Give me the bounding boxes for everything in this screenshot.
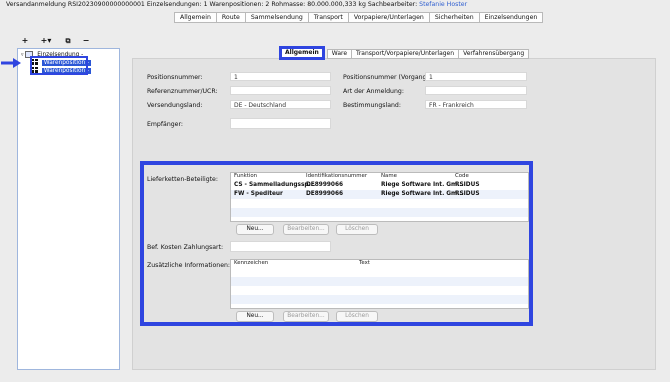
header-summary: Versandanmeldung RSI20230900000000001 Ei… [6,1,418,8]
positionsnummer-vorgang-field[interactable]: 1 [425,72,527,81]
collapse-icon[interactable]: ▿ [21,52,24,58]
table-cell: FW - Spediteur [234,191,283,197]
empfaenger-field[interactable] [230,118,331,129]
column-header: Identifikationsnummer [306,173,368,179]
lieferketten-edit-button[interactable]: Bearbeiten... [283,224,329,235]
tab-allgemein[interactable]: Allgemein [279,46,325,60]
kosten-zahlungsart-label: Bef. Kosten Zahlungsart: [147,244,224,251]
zusatz-edit-button[interactable]: Bearbeiten... [283,311,329,322]
referenznummer-field[interactable] [230,86,331,95]
table-cell: DE8999066 [306,182,344,188]
table-cell: CS - Sammelladungssp... [234,182,316,188]
add-button[interactable]: + [20,37,30,45]
art-der-anmeldung-label: Art der Anmeldung: [343,88,404,95]
zusatz-info-table: Kennzeichen Text [230,259,529,309]
top-tab-einzelsendungen[interactable]: Einzelsendungen [478,12,544,23]
zusatz-new-button[interactable]: Neu... [236,311,274,322]
empfaenger-label: Empfänger: [147,121,184,128]
table-cell: RSIDUS [455,182,480,188]
remove-button[interactable]: − [81,37,91,45]
column-header: Kennzeichen [234,260,269,266]
column-header: Code [455,173,469,179]
document-header: Versandanmeldung RSI20230900000000001 Ei… [6,1,467,8]
tab-verfahrensuebergang[interactable]: Verfahrensübergang [458,49,530,59]
positionsnummer-field[interactable]: 1 [230,72,331,81]
zusatz-info-label: Zusätzliche Informationen: [147,262,231,269]
versendungsland-field[interactable]: DE - Deutschland [230,100,331,109]
referenznummer-label: Referenznummer/UCR: [147,88,218,95]
table-row[interactable]: FW - Spediteur DE8999066 Riege Software … [231,190,528,199]
table-cell: RSIDUS [455,191,480,197]
kosten-zahlungsart-field[interactable] [230,241,331,252]
column-header: Text [359,260,370,266]
art-der-anmeldung-field[interactable] [425,86,527,95]
column-header: Name [381,173,397,179]
top-tab-sammelsendung[interactable]: Sammelsendung [244,12,309,23]
tree-panel: ▿ Einzelsendung - Warenposition - Warenp… [17,48,120,370]
tab-ware[interactable]: Ware [326,49,353,59]
add-menu-button[interactable]: +▾ [37,37,55,45]
top-tab-transport[interactable]: Transport [307,12,349,23]
top-tab-route[interactable]: Route [215,12,246,23]
lieferketten-delete-button[interactable]: Löschen [336,224,378,235]
bestimmungsland-field[interactable]: FR - Frankreich [425,100,527,109]
clerk-link[interactable]: Stefanie Hoster [419,1,467,8]
column-header: Funktion [234,173,258,179]
copy-icon[interactable]: ⧉ [63,37,73,45]
arrow-right-icon [1,58,21,68]
tab-transport-vorpapiere[interactable]: Transport/Vorpapiere/Unterlagen [351,49,460,59]
table-cell: Riege Software Int. Gm... [381,182,464,188]
detail-tab-bar: Allgemein Ware Transport/Vorpapiere/Unte… [279,46,530,60]
top-tab-bar: Allgemein Route Sammelsendung Transport … [174,12,544,23]
top-tab-allgemein[interactable]: Allgemein [174,12,217,23]
tree-selection-highlight [30,56,88,75]
zusatz-delete-button[interactable]: Löschen [336,311,378,322]
table-cell: Riege Software Int. Gm... [381,191,464,197]
top-tab-vorpapiere[interactable]: Vorpapiere/Unterlagen [347,12,430,23]
positionsnummer-label: Positionsnummer: [147,74,203,81]
table-cell: DE8999066 [306,191,344,197]
top-tab-sicherheiten[interactable]: Sicherheiten [428,12,480,23]
table-row[interactable]: CS - Sammelladungssp... DE8999066 Riege … [231,181,528,190]
lieferketten-new-button[interactable]: Neu... [236,224,274,235]
lieferketten-label: Lieferketten-Beteiligte: [147,176,218,183]
lieferketten-table: Funktion Identifikationsnummer Name Code… [230,172,529,222]
versendungsland-label: Versendungsland: [147,102,203,109]
bestimmungsland-label: Bestimmungsland: [343,102,401,109]
positionsnummer-vorgang-label: Positionsnummer (Vorgang): [343,74,431,81]
